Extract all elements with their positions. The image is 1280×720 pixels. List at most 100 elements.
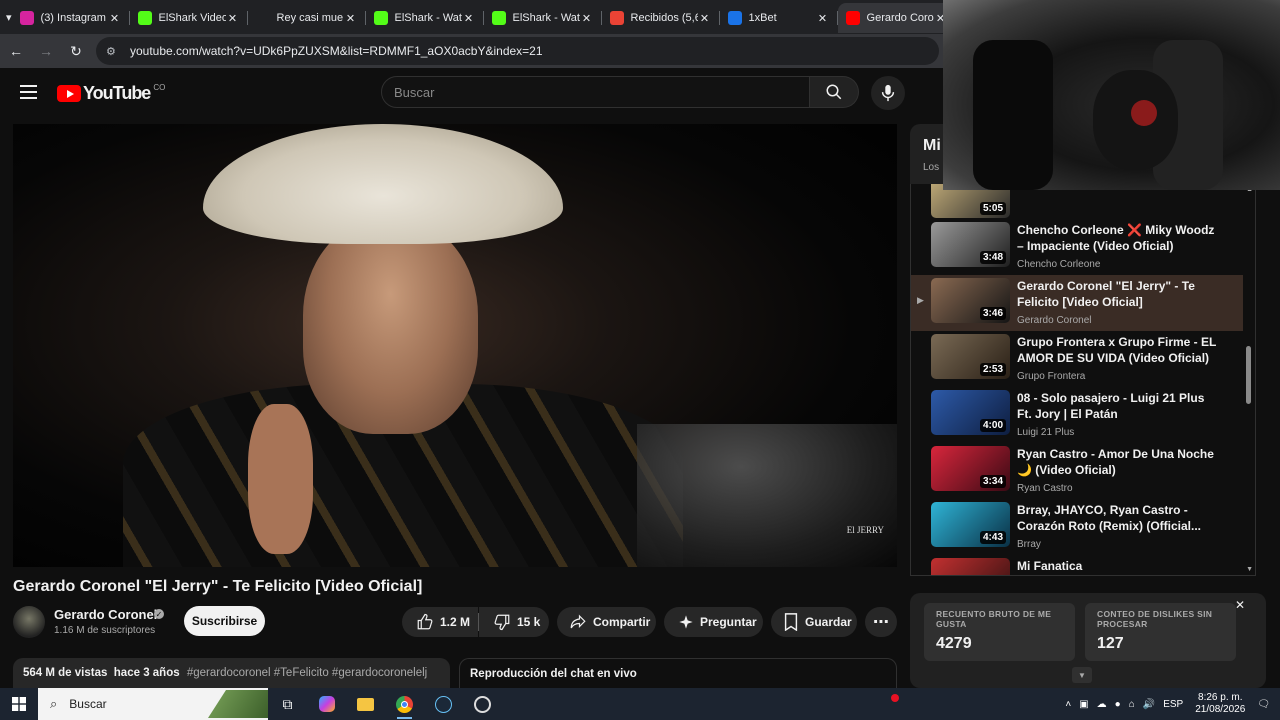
notifications-icon[interactable]: 🗨 — [1257, 699, 1270, 710]
save-button[interactable]: Guardar — [771, 607, 857, 637]
chevron-up-icon[interactable]: ˄ — [1065, 699, 1071, 710]
url-text[interactable]: youtube.com/watch?v=UDk6PpZUXSM&list=RDM… — [130, 44, 543, 58]
tab-close-icon[interactable]: ✕ — [462, 12, 476, 25]
thumbs-down-icon — [494, 614, 510, 631]
playlist-scrollbar[interactable] — [1246, 346, 1251, 404]
youtube-logo[interactable]: YouTube CO — [57, 83, 165, 104]
channel-avatar[interactable] — [13, 606, 45, 638]
dislike-count: 15 k — [517, 615, 541, 629]
playlist-item-title[interactable]: Mi Fanatica — [1017, 558, 1217, 574]
raw-dislikes-box: CONTEO DE DISLIKES SIN PROCESAR 127 — [1085, 603, 1236, 661]
voice-search-button[interactable] — [871, 76, 905, 110]
search-button[interactable] — [810, 76, 859, 108]
video-frame-hat — [203, 124, 563, 244]
browser-tab[interactable]: 1xBet ✕ — [720, 3, 838, 33]
playlist-item[interactable]: ▶ 3:46 Gerardo Coronel "El Jerry" - Te Fel… — [911, 275, 1243, 331]
mic-tray-icon[interactable]: ● — [1115, 699, 1121, 710]
tab-close-icon[interactable]: ✕ — [344, 12, 358, 25]
steam-icon[interactable] — [424, 688, 463, 720]
microphone-icon — [881, 84, 895, 102]
tray-app-icon[interactable]: ▣ — [1079, 699, 1088, 710]
start-button[interactable] — [0, 688, 38, 720]
share-label: Compartir — [593, 615, 651, 629]
playlist-item-channel: Luigi 21 Plus — [1017, 427, 1075, 438]
description-box[interactable]: 564 M de vistas hace 3 años #gerardocoro… — [13, 658, 450, 688]
dislike-button[interactable]: 15 k — [479, 607, 549, 637]
menu-icon[interactable] — [20, 85, 37, 99]
channel-name[interactable]: Gerardo Coronel — [54, 607, 157, 622]
video-player[interactable]: El JERRY — [13, 124, 897, 567]
video-thumbnail[interactable]: 3:48 — [931, 222, 1010, 267]
taskbar-search[interactable]: ⌕ Buscar — [38, 688, 268, 720]
playlist-item[interactable]: 3:48 Chencho Corleone ❌ Miky Woodz – Impa… — [911, 219, 1243, 275]
duration-badge: 3:48 — [979, 251, 1006, 264]
playlist-item-title[interactable]: Gerardo Coronel "El Jerry" - Te Felicito… — [1017, 278, 1217, 310]
video-thumbnail[interactable]: 2:53 — [931, 334, 1010, 379]
playlist-subtitle: Los — [923, 162, 940, 173]
playlist-item-title[interactable]: Ryan Castro - Amor De Una Noche 🌙 (Video… — [1017, 446, 1217, 478]
network-icon[interactable]: ⌂ — [1129, 699, 1135, 710]
chrome-icon[interactable] — [385, 688, 424, 720]
tab-close-icon[interactable]: ✕ — [226, 12, 240, 25]
browser-tab[interactable]: ElShark - Wat ✕ — [366, 3, 484, 33]
tab-title: Gerardo Coro — [866, 12, 934, 24]
video-thumbnail[interactable]: 4:00 — [931, 390, 1010, 435]
browser-tab[interactable]: Rey casi mue ✕ — [248, 3, 366, 33]
scroll-down-icon[interactable]: ▼ — [1246, 566, 1253, 573]
subscribe-button[interactable]: Suscribirse — [184, 606, 265, 636]
bookmark-icon — [784, 613, 798, 631]
playlist-item-title[interactable]: 08 - Solo pasajero - Luigi 21 Plus Ft. J… — [1017, 390, 1217, 422]
close-icon[interactable]: ✕ — [1235, 598, 1245, 612]
url-bar[interactable]: ⚙ youtube.com/watch?v=UDk6PpZUXSM&list=R… — [96, 37, 939, 65]
browser-tab[interactable]: ElShark - Wat ✕ — [484, 3, 602, 33]
tab-title: ElShark - Wat — [394, 12, 462, 24]
tab-close-icon[interactable]: ✕ — [698, 12, 712, 25]
playlist-item-title[interactable]: Grupo Frontera x Grupo Firme - EL AMOR D… — [1017, 334, 1217, 366]
site-info-icon[interactable]: ⚙ — [106, 45, 122, 58]
browser-tab[interactable]: Recibidos (5,6 ✕ — [602, 3, 720, 33]
forward-button[interactable]: → — [32, 37, 60, 65]
clock-date: 21/08/2026 — [1195, 704, 1246, 715]
file-explorer-icon[interactable] — [346, 688, 385, 720]
video-thumbnail[interactable]: 3:46 — [931, 278, 1010, 323]
hashtags[interactable]: #gerardocoronel #TeFelicito #gerardocoro… — [187, 667, 427, 679]
video-thumbnail[interactable] — [931, 558, 1010, 575]
language-indicator[interactable]: ESP — [1163, 699, 1183, 710]
onedrive-icon[interactable]: ☁ — [1097, 699, 1107, 710]
browser-tab[interactable]: (3) Instagram ✕ — [12, 3, 130, 33]
playlist-item[interactable]: Mi Fanatica — [911, 555, 1243, 575]
playlist-item[interactable]: 4:00 08 - Solo pasajero - Luigi 21 Plus F… — [911, 387, 1243, 443]
video-thumbnail[interactable]: 3:34 — [931, 446, 1010, 491]
back-button[interactable]: ← — [2, 37, 30, 65]
tab-close-icon[interactable]: ✕ — [108, 12, 122, 25]
volume-icon[interactable]: 🔊 — [1143, 699, 1155, 710]
browser-tab[interactable]: ElShark Video ✕ — [130, 3, 248, 33]
share-button[interactable]: Compartir — [557, 607, 656, 637]
chat-replay-header[interactable]: Reproducción del chat en vivo — [459, 658, 897, 688]
search-input[interactable]: Buscar — [381, 76, 810, 108]
more-actions-button[interactable]: ⋯ — [865, 607, 897, 637]
playlist-item-title[interactable]: Chencho Corleone ❌ Miky Woodz – Impacien… — [1017, 222, 1217, 254]
like-button[interactable]: 1.2 M — [402, 607, 478, 637]
task-view-icon[interactable]: ⧉ — [268, 688, 307, 720]
browser-tab[interactable]: Gerardo Coro ✕ — [837, 3, 956, 33]
ask-button[interactable]: Preguntar — [664, 607, 763, 637]
tab-close-icon[interactable]: ✕ — [580, 12, 594, 25]
playlist-item-title[interactable]: Brray, JHAYCO, Ryan Castro - Corazón Rot… — [1017, 502, 1217, 534]
copilot-icon[interactable] — [307, 688, 346, 720]
playlist-item[interactable]: 2:53 Grupo Frontera x Grupo Firme - EL AM… — [911, 331, 1243, 387]
clock[interactable]: 8:26 p. m. 21/08/2026 — [1195, 692, 1245, 716]
webcam-overlay — [943, 0, 1280, 190]
video-thumbnail[interactable]: 4:43 — [931, 502, 1010, 547]
taskbar: ⌕ Buscar ⧉ ˄ ▣ ☁ ● ⌂ 🔊 ESP 8:26 p. m. 21… — [0, 688, 1280, 720]
kick-icon — [137, 11, 152, 25]
chevron-down-icon[interactable]: ▼ — [1072, 667, 1092, 683]
playlist-item[interactable]: 4:43 Brray, JHAYCO, Ryan Castro - Corazón… — [911, 499, 1243, 555]
tab-close-icon[interactable]: ✕ — [816, 12, 830, 25]
reload-button[interactable]: ↻ — [62, 37, 90, 65]
verified-icon: ✓ — [154, 609, 164, 619]
tiktok-icon — [255, 11, 270, 25]
youtube-header: YouTube CO Buscar — [0, 68, 943, 124]
playlist-item[interactable]: 3:34 Ryan Castro - Amor De Una Noche 🌙 (V… — [911, 443, 1243, 499]
app-icon[interactable] — [463, 688, 502, 720]
